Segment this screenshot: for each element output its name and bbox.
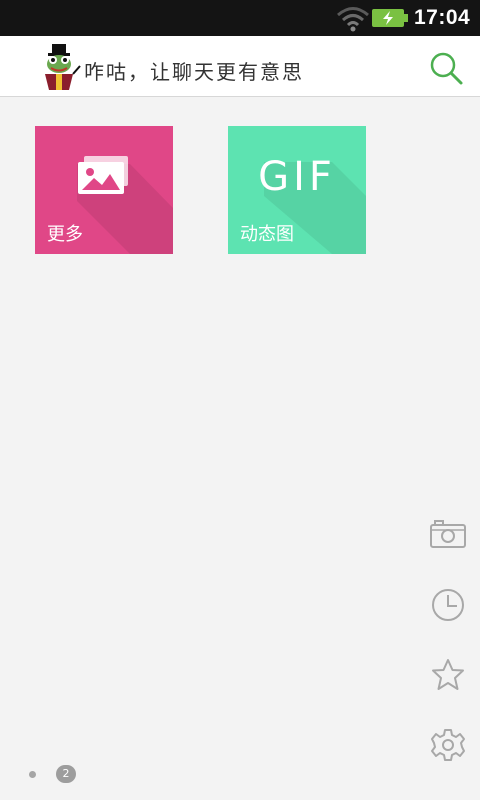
gif-tile[interactable]: GIF 动态图 — [228, 126, 366, 254]
app-header: 咋咕，让聊天更有意思 — [0, 36, 480, 97]
gif-tile-label: 动态图 — [240, 224, 294, 245]
page-indicator: 2 — [0, 760, 480, 790]
images-icon — [78, 156, 128, 194]
more-tile[interactable]: 更多 — [35, 126, 173, 254]
clock-icon[interactable] — [428, 585, 468, 625]
current-page-badge[interactable]: 2 — [56, 765, 76, 783]
gear-icon[interactable] — [428, 725, 468, 765]
star-icon[interactable] — [428, 655, 468, 695]
battery-charging-icon — [372, 9, 408, 27]
gif-icon-text: GIF — [258, 154, 336, 200]
status-time: 17:04 — [414, 6, 471, 29]
wifi-icon — [337, 7, 369, 32]
page-dot[interactable] — [29, 771, 36, 778]
frog-magician-logo — [45, 44, 81, 90]
app-slogan: 咋咕，让聊天更有意思 — [84, 60, 304, 84]
search-icon[interactable] — [428, 50, 464, 86]
camera-icon[interactable] — [428, 516, 468, 556]
status-bar: 17:04 — [0, 0, 480, 36]
more-tile-label: 更多 — [47, 224, 83, 245]
